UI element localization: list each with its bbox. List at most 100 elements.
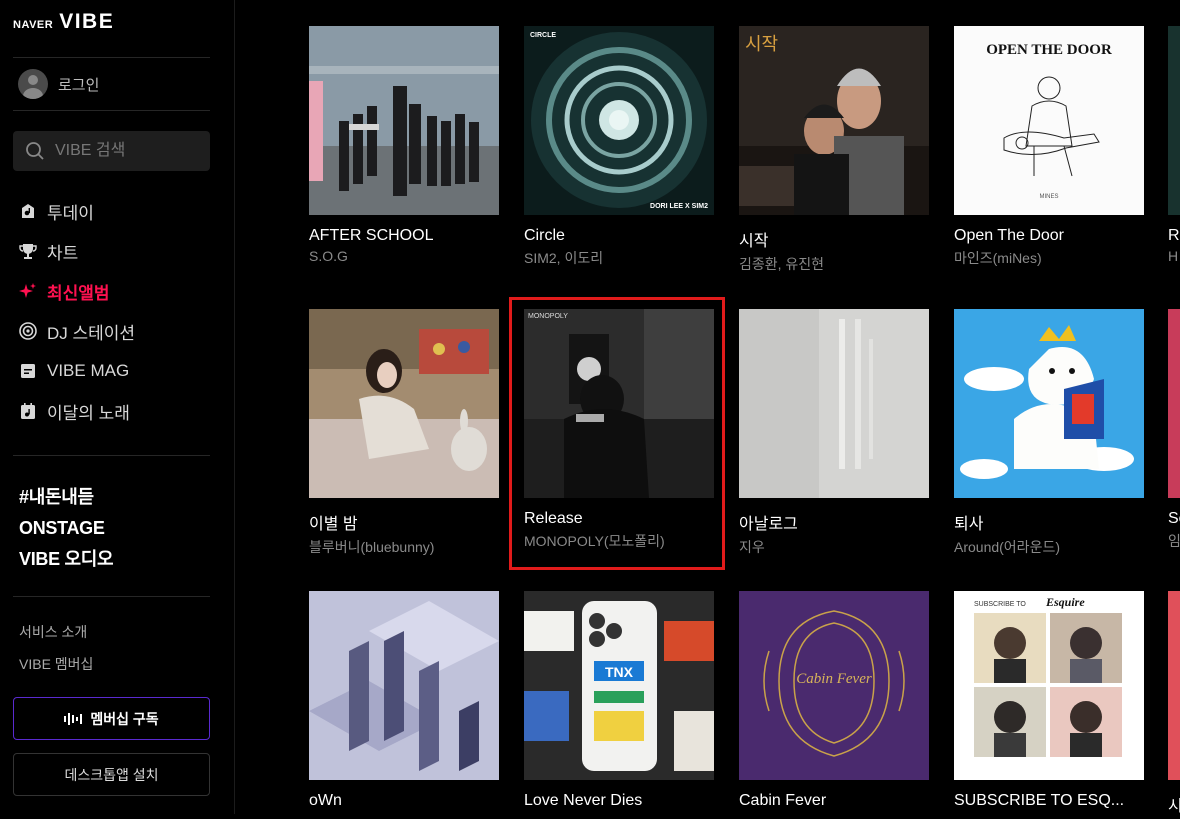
desktop-app-install-button[interactable]: 데스크톱앱 설치 <box>13 753 210 796</box>
album-card[interactable]: MONOPOLY Release MONOPOLY(모노폴리) <box>524 309 714 551</box>
album-artist[interactable]: H <box>1168 248 1180 264</box>
cover-text: TNX <box>605 664 634 680</box>
nav-item-chart[interactable]: 차트 <box>18 231 135 271</box>
album-title[interactable]: 시작 <box>739 227 929 251</box>
album-title[interactable]: oWn <box>309 792 499 810</box>
album-artist[interactable]: 임 <box>1168 531 1180 551</box>
search-icon <box>26 142 44 160</box>
album-cover[interactable]: SUBSCRIBE TO Esquire <box>954 591 1144 780</box>
search-input[interactable] <box>53 141 197 161</box>
album-cover[interactable]: 시작 <box>739 26 929 215</box>
cover-text: DORI LEE X SIM2 <box>650 203 708 210</box>
nav-item-song-of-month[interactable]: 이달의 노래 <box>18 391 135 431</box>
album-cover[interactable]: MONOPOLY <box>524 309 714 498</box>
nav-label: 차트 <box>47 243 79 263</box>
album-cover[interactable]: TNX <box>524 591 714 780</box>
main-nav: 투데이 차트 최신앨범 DJ 스테이션 VIBE MAG 이달의 노래 <box>18 191 135 431</box>
album-title[interactable]: 이별 밤 <box>309 510 499 534</box>
album-card[interactable]: Cabin Fever Cabin Fever <box>739 591 929 813</box>
divider <box>13 110 210 111</box>
album-artist[interactable]: 마인즈(miNes) <box>954 248 1144 268</box>
album-title[interactable]: Love Never Dies <box>524 792 714 810</box>
album-card[interactable]: 시작 시작 김종환, 유진현 <box>739 26 929 274</box>
album-title[interactable]: 시 <box>1168 792 1180 816</box>
album-title[interactable]: R <box>1168 227 1180 245</box>
album-cover[interactable] <box>739 309 929 498</box>
album-artist[interactable]: S.O.G <box>309 248 499 264</box>
small-links: 서비스 소개 VIBE 멤버십 <box>19 620 93 684</box>
album-card[interactable]: OPEN THE DOOR MINES Open The Door 마인즈(mi… <box>954 26 1144 268</box>
album-card[interactable]: 이별 밤 블루버니(bluebunny) <box>309 309 499 557</box>
album-title[interactable]: AFTER SCHOOL <box>309 227 499 245</box>
album-card[interactable]: 시 <box>1168 591 1180 819</box>
avatar <box>18 69 48 99</box>
album-card[interactable]: SUBSCRIBE TO Esquire SUBSCRIBE TO ESQ... <box>954 591 1144 813</box>
cover-text: CIRCLE <box>530 32 556 39</box>
link-vibe-audio[interactable]: VIBE 오디오 <box>19 547 114 578</box>
nav-label: 투데이 <box>47 203 94 223</box>
album-title[interactable]: 퇴사 <box>954 510 1144 534</box>
album-cover[interactable]: Cabin Fever <box>739 591 929 780</box>
album-cover[interactable] <box>309 26 499 215</box>
music-note-icon <box>18 402 37 421</box>
album-cover[interactable] <box>309 591 499 780</box>
album-cover[interactable] <box>309 309 499 498</box>
album-cover[interactable] <box>954 309 1144 498</box>
album-title[interactable]: Open The Door <box>954 227 1144 245</box>
album-title[interactable]: Cabin Fever <box>739 792 929 810</box>
divider <box>13 57 210 58</box>
link-vibe-membership[interactable]: VIBE 멤버십 <box>19 652 93 684</box>
login-label: 로그인 <box>58 76 100 94</box>
nav-item-dj-station[interactable]: DJ 스테이션 <box>18 311 135 351</box>
cover-text: Cabin Fever <box>796 671 872 687</box>
album-artist[interactable]: SIM2, 이도리 <box>524 248 714 268</box>
waveform-icon <box>64 712 83 725</box>
nav-label: VIBE MAG <box>47 361 130 380</box>
album-cover[interactable] <box>1168 591 1180 780</box>
nav-item-vibe-mag[interactable]: VIBE MAG <box>18 351 135 391</box>
link-naedon[interactable]: #내돈내듣 <box>19 485 113 516</box>
album-card[interactable]: 아날로그 지우 <box>739 309 929 557</box>
cover-text: Esquire <box>1045 595 1085 609</box>
album-title[interactable]: Release <box>524 510 714 528</box>
album-artist[interactable]: 김종환, 유진현 <box>739 254 929 274</box>
album-card[interactable]: AFTER SCHOOL S.O.G <box>309 26 499 264</box>
album-artist[interactable]: MONOPOLY(모노폴리) <box>524 531 714 551</box>
album-cover[interactable]: OPEN THE DOOR MINES <box>954 26 1144 215</box>
search-box[interactable] <box>13 131 210 171</box>
nav-item-today[interactable]: 투데이 <box>18 191 135 231</box>
divider <box>13 455 210 456</box>
today-icon <box>18 202 37 221</box>
album-card[interactable]: CIRCLE DORI LEE X SIM2 Circle SIM2, 이도리 <box>524 26 714 268</box>
album-title[interactable]: Se <box>1168 510 1180 528</box>
album-card[interactable]: TNX Love Never Dies <box>524 591 714 813</box>
album-cover[interactable] <box>1168 26 1180 215</box>
link-onstage[interactable]: ONSTAGE <box>19 516 113 547</box>
album-title[interactable]: Circle <box>524 227 714 245</box>
logo-naver: NAVER <box>13 19 54 31</box>
link-service-intro[interactable]: 서비스 소개 <box>19 620 93 652</box>
album-artist[interactable]: Around(어라운드) <box>954 537 1144 557</box>
album-card[interactable]: R H <box>1168 26 1180 264</box>
album-artist[interactable]: 지우 <box>739 537 929 557</box>
album-card[interactable]: Se 임 <box>1168 309 1180 551</box>
membership-subscribe-button[interactable]: 멤버십 구독 <box>13 697 210 740</box>
album-card[interactable]: oWn <box>309 591 499 813</box>
vibe-logo[interactable]: NAVER VIBE <box>13 10 114 34</box>
trophy-icon <box>18 242 37 261</box>
album-artist[interactable]: 블루버니(bluebunny) <box>309 537 499 557</box>
divider <box>13 596 210 597</box>
album-card[interactable]: 퇴사 Around(어라운드) <box>954 309 1144 557</box>
login-button[interactable]: 로그인 <box>18 69 99 99</box>
cover-text: SUBSCRIBE TO <box>974 601 1026 608</box>
album-title[interactable]: SUBSCRIBE TO ESQ... <box>954 792 1144 810</box>
sidebar: NAVER VIBE 로그인 투데이 차트 최신앨범 DJ 스테이션 VIBE … <box>0 0 235 814</box>
sparkle-icon <box>18 282 37 301</box>
album-title[interactable]: 아날로그 <box>739 510 929 534</box>
logo-vibe: VIBE <box>59 10 115 33</box>
nav-item-new-albums[interactable]: 최신앨범 <box>18 271 135 311</box>
album-cover[interactable]: CIRCLE DORI LEE X SIM2 <box>524 26 714 215</box>
cover-text: OPEN THE DOOR <box>986 42 1112 58</box>
album-cover[interactable] <box>1168 309 1180 498</box>
radio-icon <box>18 322 37 341</box>
